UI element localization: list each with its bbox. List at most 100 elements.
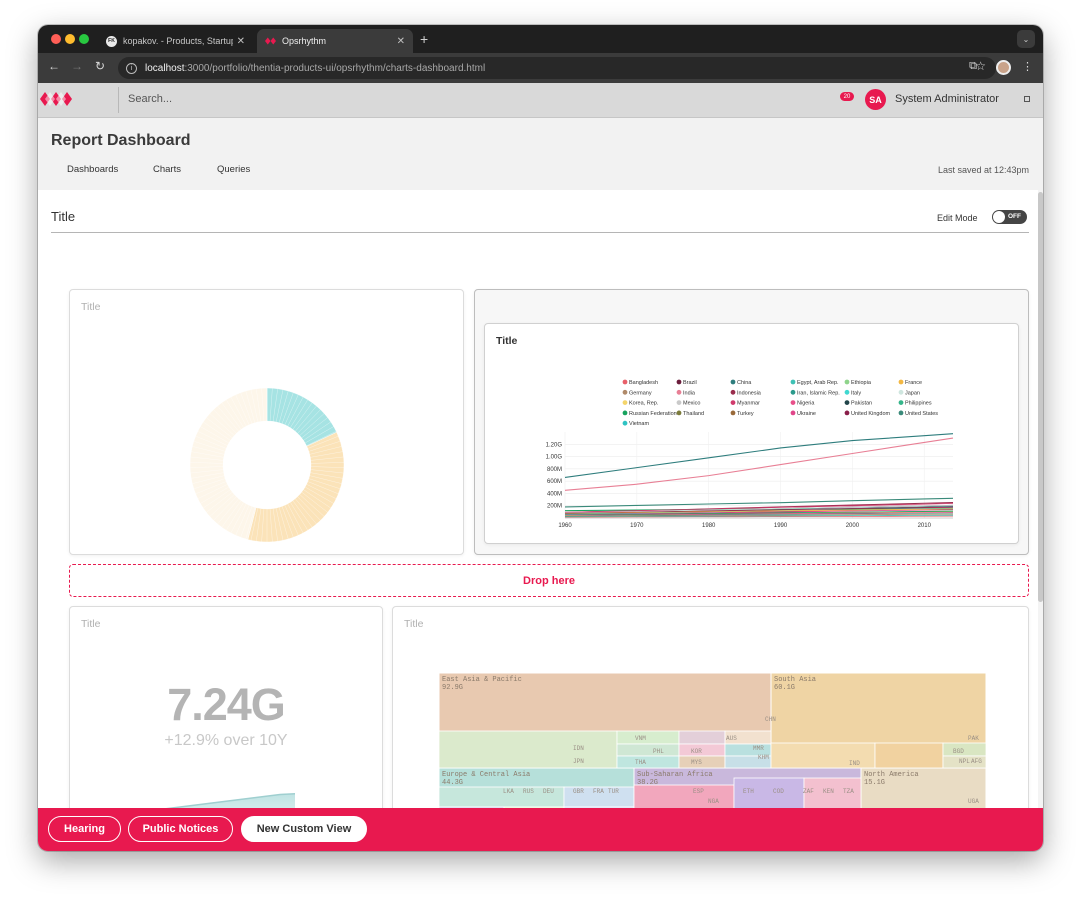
- address-bar[interactable]: i localhost:3000/portfolio/thentia-produ…: [118, 57, 996, 79]
- legend-swatch: [898, 389, 904, 395]
- hearing-view-button[interactable]: Hearing: [48, 816, 121, 842]
- legend-swatch: [730, 400, 736, 405]
- legend-label: Brazil: [683, 380, 697, 386]
- legend-swatch: [622, 389, 628, 395]
- footer-view-bar: Hearing Public Notices New Custom View: [38, 808, 1043, 851]
- reload-icon[interactable]: ↻: [95, 59, 105, 73]
- treemap-region-label: Europe & Central Asia: [442, 771, 530, 779]
- close-tab-icon[interactable]: ✕: [237, 36, 245, 47]
- drop-zone[interactable]: Drop here: [69, 564, 1029, 597]
- legend-swatch: [730, 389, 736, 395]
- treemap-tile: [678, 755, 726, 769]
- toggle-state-text: OFF: [1008, 213, 1021, 220]
- tab-charts[interactable]: Charts: [153, 164, 181, 175]
- legend-label: Russian Federation: [629, 411, 677, 417]
- report-subheader: Report Dashboard Dashboards Charts Queri…: [38, 118, 1043, 190]
- minimize-window-button[interactable]: [65, 34, 75, 44]
- legend-swatch: [898, 400, 904, 405]
- legend-label: Thailand: [683, 411, 704, 417]
- back-arrow-icon[interactable]: ←: [48, 59, 60, 73]
- legend-swatch: [844, 400, 850, 405]
- page-title: Report Dashboard: [51, 132, 191, 149]
- donut-slice: [247, 431, 345, 543]
- legend-swatch: [676, 389, 682, 395]
- treemap-tile: [616, 730, 680, 745]
- legend-swatch: [790, 379, 796, 385]
- browser-menu-kebab-icon[interactable]: ⋮: [1022, 60, 1033, 73]
- y-tick-label: 1.20G: [546, 442, 563, 448]
- legend-label: France: [905, 380, 922, 386]
- treemap-country-label: IND: [849, 760, 860, 767]
- treemap-tile: [678, 730, 726, 745]
- big-number-card[interactable]: Title 7.24G +12.9% over 10Y: [69, 606, 383, 808]
- treemap-country-label: KHM: [758, 754, 769, 761]
- forward-arrow-icon[interactable]: →: [71, 59, 83, 73]
- line-chart-card-frame[interactable]: Title Bangladesh Brazil China Egypt, Arab R…: [474, 289, 1029, 555]
- scrollbar-thumb[interactable]: [1038, 192, 1043, 602]
- treemap-region-value: 15.1G: [864, 779, 885, 787]
- opsrhythm-logo-icon[interactable]: [40, 89, 72, 109]
- close-window-button[interactable]: [51, 34, 61, 44]
- tab-search-chevron-icon[interactable]: ⌄: [1017, 30, 1035, 48]
- treemap-region-value: 60.1G: [774, 684, 795, 692]
- treemap-country-label: KOR: [691, 748, 702, 755]
- sparkline-area-chart: [165, 793, 296, 808]
- y-tick-label: 600M: [547, 479, 562, 485]
- user-avatar[interactable]: SA: [865, 89, 886, 110]
- series-line: [564, 437, 954, 491]
- last-saved-status: Last saved at 12:43pm: [937, 165, 1029, 175]
- treemap-tile: [678, 743, 726, 757]
- browser-tab-strip: FK kopakov. - Products, Startups ✕ Opsrh…: [38, 25, 1043, 53]
- notification-badge[interactable]: 20: [840, 92, 854, 101]
- browser-tab-kopakov[interactable]: FK kopakov. - Products, Startups ✕: [98, 29, 253, 53]
- treemap-region-label: Sub-Saharan Africa: [637, 771, 713, 779]
- line-chart: Bangladesh Brazil China Egypt, Arab Rep. Eth…: [546, 379, 954, 529]
- edit-mode-toggle[interactable]: OFF: [992, 210, 1027, 224]
- extensions-puzzle-icon[interactable]: ⧉: [969, 60, 977, 73]
- x-tick-label: 1960: [558, 523, 572, 529]
- line-chart-card[interactable]: Title Bangladesh Brazil China Egypt, Arab R…: [484, 323, 1019, 544]
- legend-label: Ukraine: [797, 411, 816, 417]
- close-tab-icon[interactable]: ✕: [397, 36, 405, 47]
- legend-swatch: [676, 379, 682, 385]
- tab-queries[interactable]: Queries: [217, 164, 250, 175]
- user-name[interactable]: System Administrator: [895, 93, 999, 105]
- legend-label: Japan: [905, 390, 920, 396]
- treemap-region-label: East Asia & Pacific: [442, 676, 522, 684]
- treemap-card[interactable]: Title East Asia & Pacific 92.9G South Asia…: [392, 606, 1029, 808]
- x-tick-label: 1990: [774, 523, 788, 529]
- content-scrollbar[interactable]: [1038, 190, 1043, 808]
- legend-swatch: [676, 410, 682, 416]
- new-custom-view-button[interactable]: New Custom View: [241, 816, 367, 842]
- treemap-country-label: PAK: [968, 735, 979, 742]
- treemap-tile: [942, 742, 987, 757]
- treemap-region-label: South Asia: [774, 676, 816, 684]
- tab-title: kopakov. - Products, Startups: [123, 36, 233, 46]
- search-input[interactable]: [128, 93, 428, 105]
- treemap-country-label: FRA: [593, 788, 604, 795]
- header-menu-icon[interactable]: [1024, 96, 1030, 102]
- public-notices-view-button[interactable]: Public Notices: [128, 816, 233, 842]
- y-tick-label: 1.00G: [546, 455, 563, 461]
- y-tick-label: 400M: [547, 491, 562, 497]
- legend-label: Pakistan: [851, 401, 872, 407]
- drop-zone-label: Drop here: [523, 575, 575, 587]
- legend-label: Mexico: [683, 401, 700, 407]
- site-info-icon[interactable]: i: [126, 62, 137, 74]
- legend-swatch: [730, 379, 736, 385]
- tab-dashboards[interactable]: Dashboards: [67, 164, 118, 175]
- profile-avatar-icon[interactable]: [996, 60, 1011, 75]
- legend-label: Vietnam: [629, 421, 649, 427]
- browser-tab-opsrhythm[interactable]: Opsrhythm ✕: [257, 29, 413, 53]
- edit-mode-label: Edit Mode: [937, 213, 978, 223]
- legend-label: United States: [905, 411, 938, 417]
- donut-chart-card[interactable]: Title: [69, 289, 464, 555]
- opsrhythm-favicon-icon: [265, 37, 276, 45]
- treemap-country-label: RUS: [523, 788, 534, 795]
- y-tick-label: 800M: [547, 467, 562, 473]
- new-tab-icon[interactable]: +: [420, 31, 428, 47]
- legend-swatch: [622, 400, 628, 405]
- legend-label: China: [737, 380, 752, 386]
- maximize-window-button[interactable]: [79, 34, 89, 44]
- treemap-country-label: THA: [635, 759, 646, 766]
